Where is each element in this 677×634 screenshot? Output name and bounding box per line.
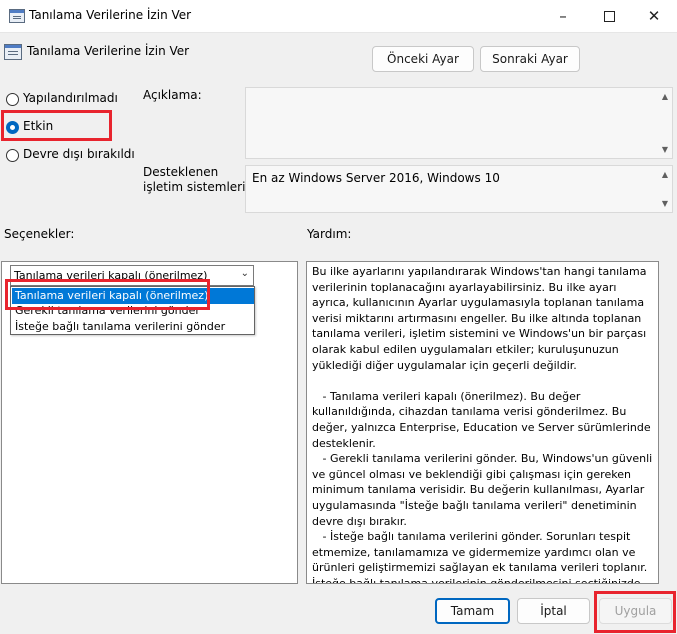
options-label: Seçenekler: xyxy=(4,227,75,241)
radio-button[interactable] xyxy=(6,149,19,162)
comment-label: Açıklama: xyxy=(143,88,202,102)
dropdown-option[interactable]: Gerekli tanılama verilerini gönder xyxy=(12,303,254,319)
help-panel[interactable]: Bu ilke ayarlarını yapılandırarak Window… xyxy=(306,261,659,584)
policy-window-icon xyxy=(4,44,22,60)
radio-enabled[interactable]: Etkin xyxy=(6,119,106,137)
scroll-down-arrow-icon[interactable]: ▼ xyxy=(662,199,668,208)
dropdown-option[interactable]: İsteğe bağlı tanılama verilerini gönder xyxy=(12,319,254,335)
supported-os-field: En az Windows Server 2016, Windows 10 ▲ … xyxy=(245,165,673,213)
comment-textarea[interactable]: ▲ ▼ xyxy=(245,87,673,159)
dropdown-list: Tanılama verileri kapalı (önerilmez) Ger… xyxy=(10,286,255,335)
dropdown-option[interactable]: Tanılama verileri kapalı (önerilmez) xyxy=(12,288,254,304)
scroll-down-arrow-icon[interactable]: ▼ xyxy=(662,145,668,154)
close-icon: ✕ xyxy=(647,7,661,25)
dropdown-value: Tanılama verileri kapalı (önerilmez) xyxy=(14,269,208,282)
close-button[interactable]: ✕ xyxy=(631,0,677,32)
help-label: Yardım: xyxy=(307,227,352,241)
previous-setting-button[interactable]: Önceki Ayar xyxy=(372,46,474,72)
radio-not-configured[interactable]: Yapılandırılmadı xyxy=(6,91,136,109)
radio-disabled[interactable]: Devre dışı bırakıldı xyxy=(6,147,136,165)
policy-title: Tanılama Verilerine İzin Ver xyxy=(27,44,190,58)
cancel-button[interactable]: İptal xyxy=(517,598,590,624)
next-setting-button[interactable]: Sonraki Ayar xyxy=(480,46,580,72)
chevron-down-icon[interactable]: ⌄ xyxy=(241,268,249,279)
minimize-button[interactable]: – xyxy=(540,0,586,32)
title-bar[interactable]: Tanılama Verilerine İzin Ver – ✕ xyxy=(0,0,677,33)
minimize-icon: – xyxy=(559,7,567,25)
help-text: Bu ilke ayarlarını yapılandırarak Window… xyxy=(312,265,653,584)
maximize-icon xyxy=(603,10,615,22)
radio-button[interactable] xyxy=(6,93,19,106)
radio-button-checked[interactable] xyxy=(6,121,19,134)
scroll-up-arrow-icon[interactable]: ▲ xyxy=(662,170,668,179)
ok-button[interactable]: Tamam xyxy=(435,598,510,624)
diagnostic-level-dropdown[interactable]: Tanılama verileri kapalı (önerilmez) ⌄ xyxy=(10,265,254,286)
supported-os-value: En az Windows Server 2016, Windows 10 xyxy=(252,171,500,185)
supported-os-label: Desteklenen işletim sistemleri: xyxy=(143,165,250,194)
window-title: Tanılama Verilerine İzin Ver xyxy=(29,8,192,22)
apply-button[interactable]: Uygula xyxy=(599,598,672,624)
maximize-button[interactable] xyxy=(586,0,632,32)
app-icon xyxy=(9,9,25,23)
scroll-up-arrow-icon[interactable]: ▲ xyxy=(662,92,668,101)
